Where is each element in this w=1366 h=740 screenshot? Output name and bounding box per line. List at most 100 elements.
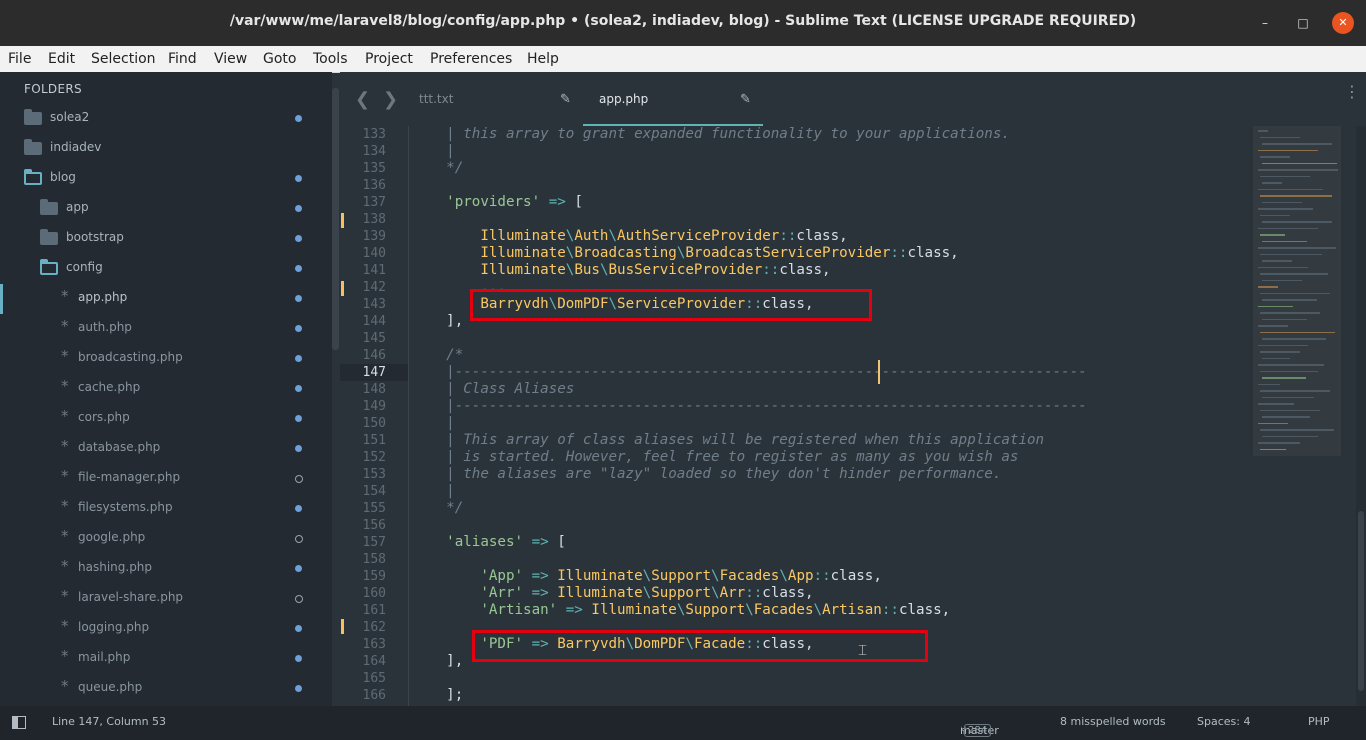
sidebar-item-auth-php[interactable]: * auth.php xyxy=(0,314,332,344)
status-dot-icon xyxy=(295,655,302,662)
tab-app-php[interactable]: app.php ✎ xyxy=(583,72,763,126)
menu-find[interactable]: Find xyxy=(168,51,197,67)
sidebar-item-google-php[interactable]: * google.php xyxy=(0,524,332,554)
minimap-stroke xyxy=(1262,260,1292,262)
line-number: 140 xyxy=(362,246,386,261)
status-hollow-dot-icon xyxy=(295,475,303,483)
minimize-button[interactable]: – xyxy=(1254,12,1276,34)
sidebar-item-hashing-php[interactable]: * hashing.php xyxy=(0,554,332,584)
sidebar-item-label: broadcasting.php xyxy=(78,350,183,364)
forward-arrow-icon[interactable]: ❯ xyxy=(383,89,398,110)
maximize-button[interactable]: □ xyxy=(1292,12,1314,34)
code-line: 'aliases' => [ xyxy=(446,534,566,550)
tab-label: ttt.txt xyxy=(419,92,454,106)
menu-edit[interactable]: Edit xyxy=(48,51,75,67)
file-asterisk-icon: * xyxy=(61,437,69,455)
folder-icon xyxy=(40,229,58,245)
folder-open-icon xyxy=(24,169,42,185)
sidebar-item-cache-php[interactable]: * cache.php xyxy=(0,374,332,404)
minimap[interactable] xyxy=(1250,126,1356,706)
code-line: */ xyxy=(446,500,464,516)
sidebar-item-config[interactable]: config xyxy=(0,254,332,284)
file-asterisk-icon: * xyxy=(61,647,69,665)
minimap-stroke xyxy=(1260,195,1332,197)
minimap-stroke xyxy=(1260,214,1290,216)
sidebar-item-file-manager-php[interactable]: * file-manager.php xyxy=(0,464,332,494)
cursor-position[interactable]: Line 147, Column 53 xyxy=(52,715,166,728)
file-asterisk-icon: * xyxy=(61,467,69,485)
sidebar-item-cors-php[interactable]: * cors.php xyxy=(0,404,332,434)
sidebar-item-label: app xyxy=(66,200,89,214)
line-number: 149 xyxy=(362,399,386,414)
tab-bar: ❮ ❯ ttt.txt ✎ app.php ✎ ⋮ xyxy=(340,72,1366,126)
sidebar-item-database-php[interactable]: * database.php xyxy=(0,434,332,464)
status-dot-icon xyxy=(295,565,302,572)
spelling-status[interactable]: 8 misspelled words xyxy=(1060,715,1166,728)
minimap-stroke xyxy=(1262,182,1282,184)
minimap-stroke xyxy=(1260,448,1286,450)
menu-goto[interactable]: Goto xyxy=(263,51,296,67)
status-dot-icon xyxy=(295,505,302,512)
more-options-icon[interactable]: ⋮ xyxy=(1344,84,1360,100)
sidebar: FOLDERS solea2 indiadev blog app bootstr… xyxy=(0,72,332,706)
minimap-stroke xyxy=(1262,240,1307,242)
menu-file[interactable]: File xyxy=(8,51,31,67)
sidebar-item-laravel-share-php[interactable]: * laravel-share.php xyxy=(0,584,332,614)
menu-tools[interactable]: Tools xyxy=(313,51,348,67)
minimap-stroke xyxy=(1260,292,1330,294)
minimap-stroke xyxy=(1258,364,1324,366)
code-line: | is started. However, feel free to regi… xyxy=(446,449,1019,465)
file-asterisk-icon: * xyxy=(61,497,69,515)
sidebar-item-queue-php[interactable]: * queue.php xyxy=(0,674,332,704)
status-hollow-dot-icon xyxy=(295,535,303,543)
code-line: |---------------------------------------… xyxy=(446,398,1087,414)
close-button[interactable]: ✕ xyxy=(1332,12,1354,34)
code-line: 'Artisan' => Illuminate\Support\Facades\… xyxy=(480,602,951,618)
syntax-status[interactable]: PHP xyxy=(1308,715,1330,728)
file-asterisk-icon: * xyxy=(61,557,69,575)
menu-project[interactable]: Project xyxy=(365,51,413,67)
sidebar-item-filesystems-php[interactable]: * filesystems.php xyxy=(0,494,332,524)
tab-ttt-txt[interactable]: ttt.txt ✎ xyxy=(410,72,580,126)
line-number: 157 xyxy=(362,535,386,550)
back-arrow-icon[interactable]: ❮ xyxy=(355,89,370,110)
minimap-stroke xyxy=(1260,253,1322,255)
toggle-sidebar-icon[interactable] xyxy=(12,716,26,729)
minimap-stroke xyxy=(1258,286,1278,288)
sidebar-item-logging-php[interactable]: * logging.php xyxy=(0,614,332,644)
line-number: 142 xyxy=(362,280,386,295)
menu-view[interactable]: View xyxy=(214,51,247,67)
minimap-stroke xyxy=(1258,344,1308,346)
line-number: 163 xyxy=(362,637,386,652)
indentation-status[interactable]: Spaces: 4 xyxy=(1197,715,1250,728)
sidebar-scrollbar[interactable] xyxy=(332,88,339,350)
sidebar-item-app[interactable]: app xyxy=(0,194,332,224)
code-editor[interactable]: 133 | this array to grant expanded funct… xyxy=(340,126,1250,706)
sidebar-item-mail-php[interactable]: * mail.php xyxy=(0,644,332,674)
editor-scrollbar[interactable] xyxy=(1356,126,1366,706)
line-number: 162 xyxy=(362,620,386,635)
sidebar-item-solea2[interactable]: solea2 xyxy=(0,104,332,134)
line-number: 145 xyxy=(362,331,386,346)
sidebar-item-blog[interactable]: blog xyxy=(0,164,332,194)
sidebar-item-bootstrap[interactable]: bootstrap xyxy=(0,224,332,254)
menu-preferences[interactable]: Preferences xyxy=(430,51,512,67)
minimap-stroke xyxy=(1262,377,1306,379)
menu-bar: File Edit Selection Find View Goto Tools… xyxy=(0,46,1366,73)
minimap-stroke xyxy=(1262,318,1307,320)
sidebar-item-indiadev[interactable]: indiadev xyxy=(0,134,332,164)
sidebar-item-broadcasting-php[interactable]: * broadcasting.php xyxy=(0,344,332,374)
code-line: | Class Aliases xyxy=(446,381,575,397)
sidebar-item-app-php[interactable]: * app.php xyxy=(0,284,332,314)
scrollbar-thumb[interactable] xyxy=(1358,511,1364,691)
tab-label: app.php xyxy=(599,92,649,106)
window-title: /var/www/me/laravel8/blog/config/app.php… xyxy=(229,13,1137,29)
file-asterisk-icon: * xyxy=(61,617,69,635)
menu-selection[interactable]: Selection xyxy=(91,51,156,67)
sidebar-item-label: database.php xyxy=(78,440,161,454)
menu-help[interactable]: Help xyxy=(527,51,559,67)
modified-line-marker xyxy=(341,281,344,296)
line-number: 158 xyxy=(362,552,386,567)
